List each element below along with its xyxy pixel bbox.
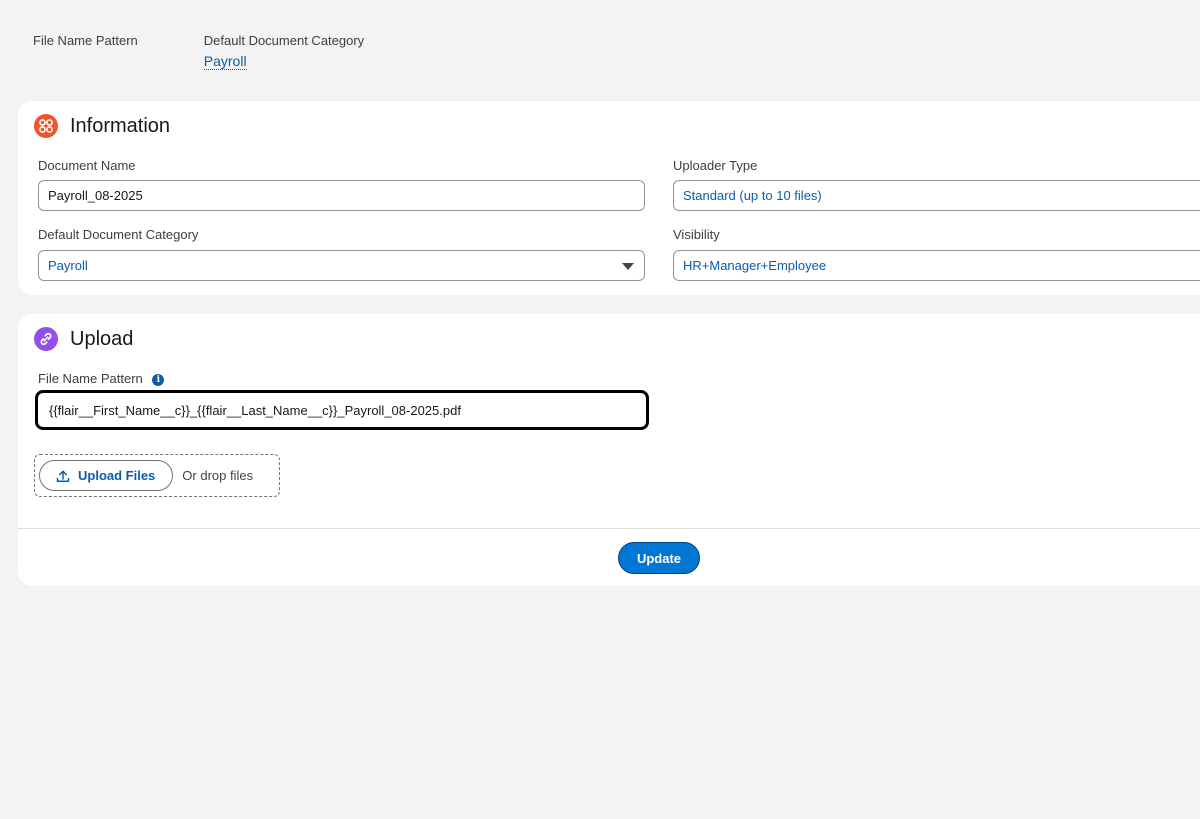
upload-header: Upload: [34, 327, 133, 351]
uploader-type-select[interactable]: Standard (up to 10 files): [673, 180, 1200, 211]
default-category-label: Default Document Category: [38, 227, 199, 242]
information-title: Information: [70, 114, 171, 137]
link-icon: [34, 327, 58, 351]
default-category-select[interactable]: Payroll: [38, 250, 645, 281]
document-name-value: Payroll_08-2025: [48, 188, 143, 203]
information-card: Information Document Name Payroll_08-202…: [18, 101, 1200, 295]
file-name-pattern-input[interactable]: {{flair__First_Name__c}}_{{flair__Last_N…: [35, 390, 649, 430]
highlight-default-category: Default Document Category Payroll: [203, 33, 365, 70]
highlight-file-name-pattern-label: File Name Pattern: [33, 33, 138, 48]
highlight-default-category-label: Default Document Category: [203, 33, 365, 48]
visibility-value: HR+Manager+Employee: [683, 258, 827, 273]
drop-files-text: Or drop files: [182, 468, 254, 483]
document-name-input[interactable]: Payroll_08-2025: [38, 180, 645, 211]
information-header: Information: [34, 114, 170, 138]
apps-icon: [34, 114, 58, 138]
file-name-pattern-value: {{flair__First_Name__c}}_{{flair__Last_N…: [49, 402, 461, 418]
uploader-type-value: Standard (up to 10 files): [683, 188, 822, 203]
uploader-type-label: Uploader Type: [673, 158, 758, 173]
upload-icon: [56, 470, 70, 482]
highlight-default-category-value[interactable]: Payroll: [203, 54, 247, 70]
upload-files-button[interactable]: Upload Files: [39, 460, 174, 491]
file-dropzone[interactable]: Upload Files Or drop files: [34, 454, 280, 497]
footer-divider: [18, 528, 1200, 529]
visibility-select[interactable]: HR+Manager+Employee: [673, 250, 1200, 281]
caret-down-icon: [622, 263, 634, 270]
default-category-value: Payroll: [48, 258, 88, 273]
highlight-file-name-pattern: File Name Pattern: [33, 34, 138, 70]
file-name-pattern-label: File Name Pattern i: [38, 371, 165, 386]
record-highlights: File Name Pattern Default Document Categ…: [33, 34, 364, 70]
upload-title: Upload: [70, 327, 134, 350]
upload-card: Upload File Name Pattern i {{flair__Firs…: [18, 314, 1200, 586]
upload-files-label: Upload Files: [78, 468, 156, 483]
document-name-label: Document Name: [38, 158, 136, 173]
visibility-label: Visibility: [673, 227, 720, 242]
update-button[interactable]: Update: [618, 542, 700, 574]
info-icon[interactable]: i: [152, 374, 165, 386]
file-name-pattern-label-text: File Name Pattern: [38, 371, 143, 386]
